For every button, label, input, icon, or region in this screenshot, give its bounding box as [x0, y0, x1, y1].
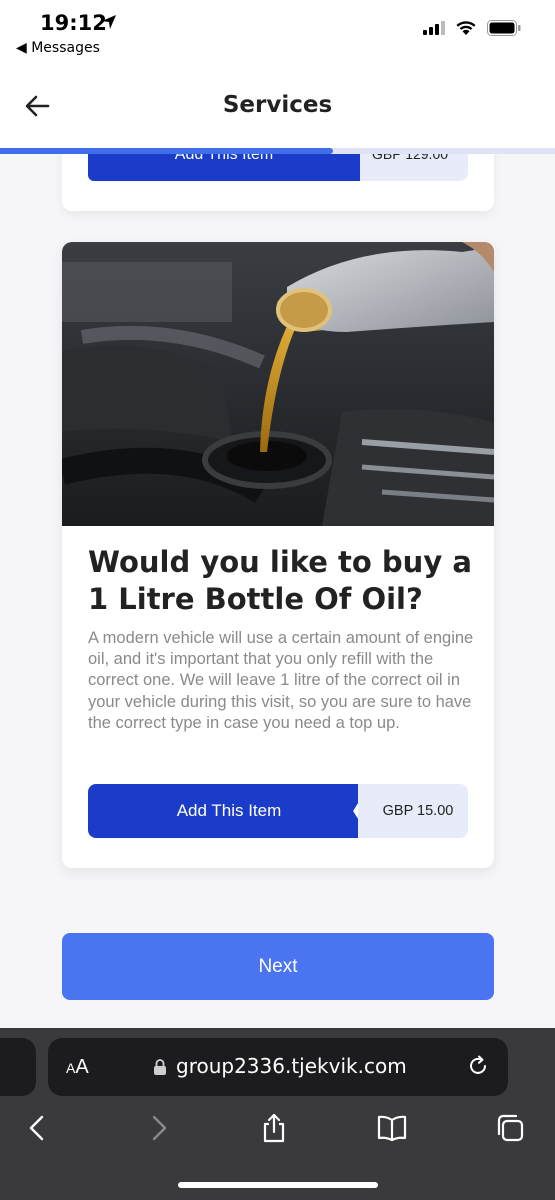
- browser-forward-icon[interactable]: [142, 1112, 174, 1144]
- item-description: A modern vehicle will use a certain amou…: [88, 629, 474, 732]
- reader-settings-button[interactable]: AA: [66, 1056, 89, 1079]
- page-title: Services: [222, 92, 333, 118]
- status-icons: [423, 20, 521, 36]
- oil-pour-photo: [62, 242, 494, 526]
- status-time: 19:12: [40, 11, 107, 35]
- next-button[interactable]: Next: [62, 933, 494, 1000]
- tabs-icon[interactable]: [494, 1112, 526, 1144]
- reload-icon[interactable]: [466, 1054, 490, 1078]
- url-bar[interactable]: AA group2336.tjekvik.com: [48, 1038, 508, 1096]
- browser-back-icon[interactable]: [22, 1112, 54, 1144]
- bookmarks-icon[interactable]: [376, 1112, 408, 1144]
- item-title: Would you like to buy a 1 Litre Bottle O…: [88, 545, 472, 616]
- battery-icon: [487, 20, 521, 36]
- previous-add-item-button[interactable]: Add This Item: [88, 154, 360, 181]
- app-header: Services: [0, 64, 555, 150]
- browser-chrome: AA group2336.tjekvik.com: [0, 1028, 555, 1200]
- back-to-messages[interactable]: ◀ Messages: [16, 40, 100, 56]
- location-arrow-icon: [102, 15, 116, 29]
- share-icon[interactable]: [258, 1112, 290, 1144]
- previous-service-card: Add This Item GBP 129.00: [62, 154, 494, 211]
- url-text: group2336.tjekvik.com: [176, 1054, 407, 1078]
- services-content[interactable]: Add This Item GBP 129.00 Would you like …: [0, 154, 555, 1028]
- service-card: Would you like to buy a 1 Litre Bottle O…: [62, 242, 494, 868]
- previous-tab[interactable]: [0, 1038, 36, 1096]
- add-item-button[interactable]: Add This Item: [88, 784, 370, 838]
- previous-price-tag: GBP 129.00: [360, 154, 468, 181]
- status-bar: 19:12 ◀ Messages: [0, 0, 555, 64]
- signal-icon: [423, 21, 445, 35]
- lock-icon: [154, 1059, 166, 1075]
- wifi-icon: [456, 21, 476, 35]
- home-indicator: [178, 1182, 378, 1188]
- price-tag: GBP 15.00: [358, 784, 468, 838]
